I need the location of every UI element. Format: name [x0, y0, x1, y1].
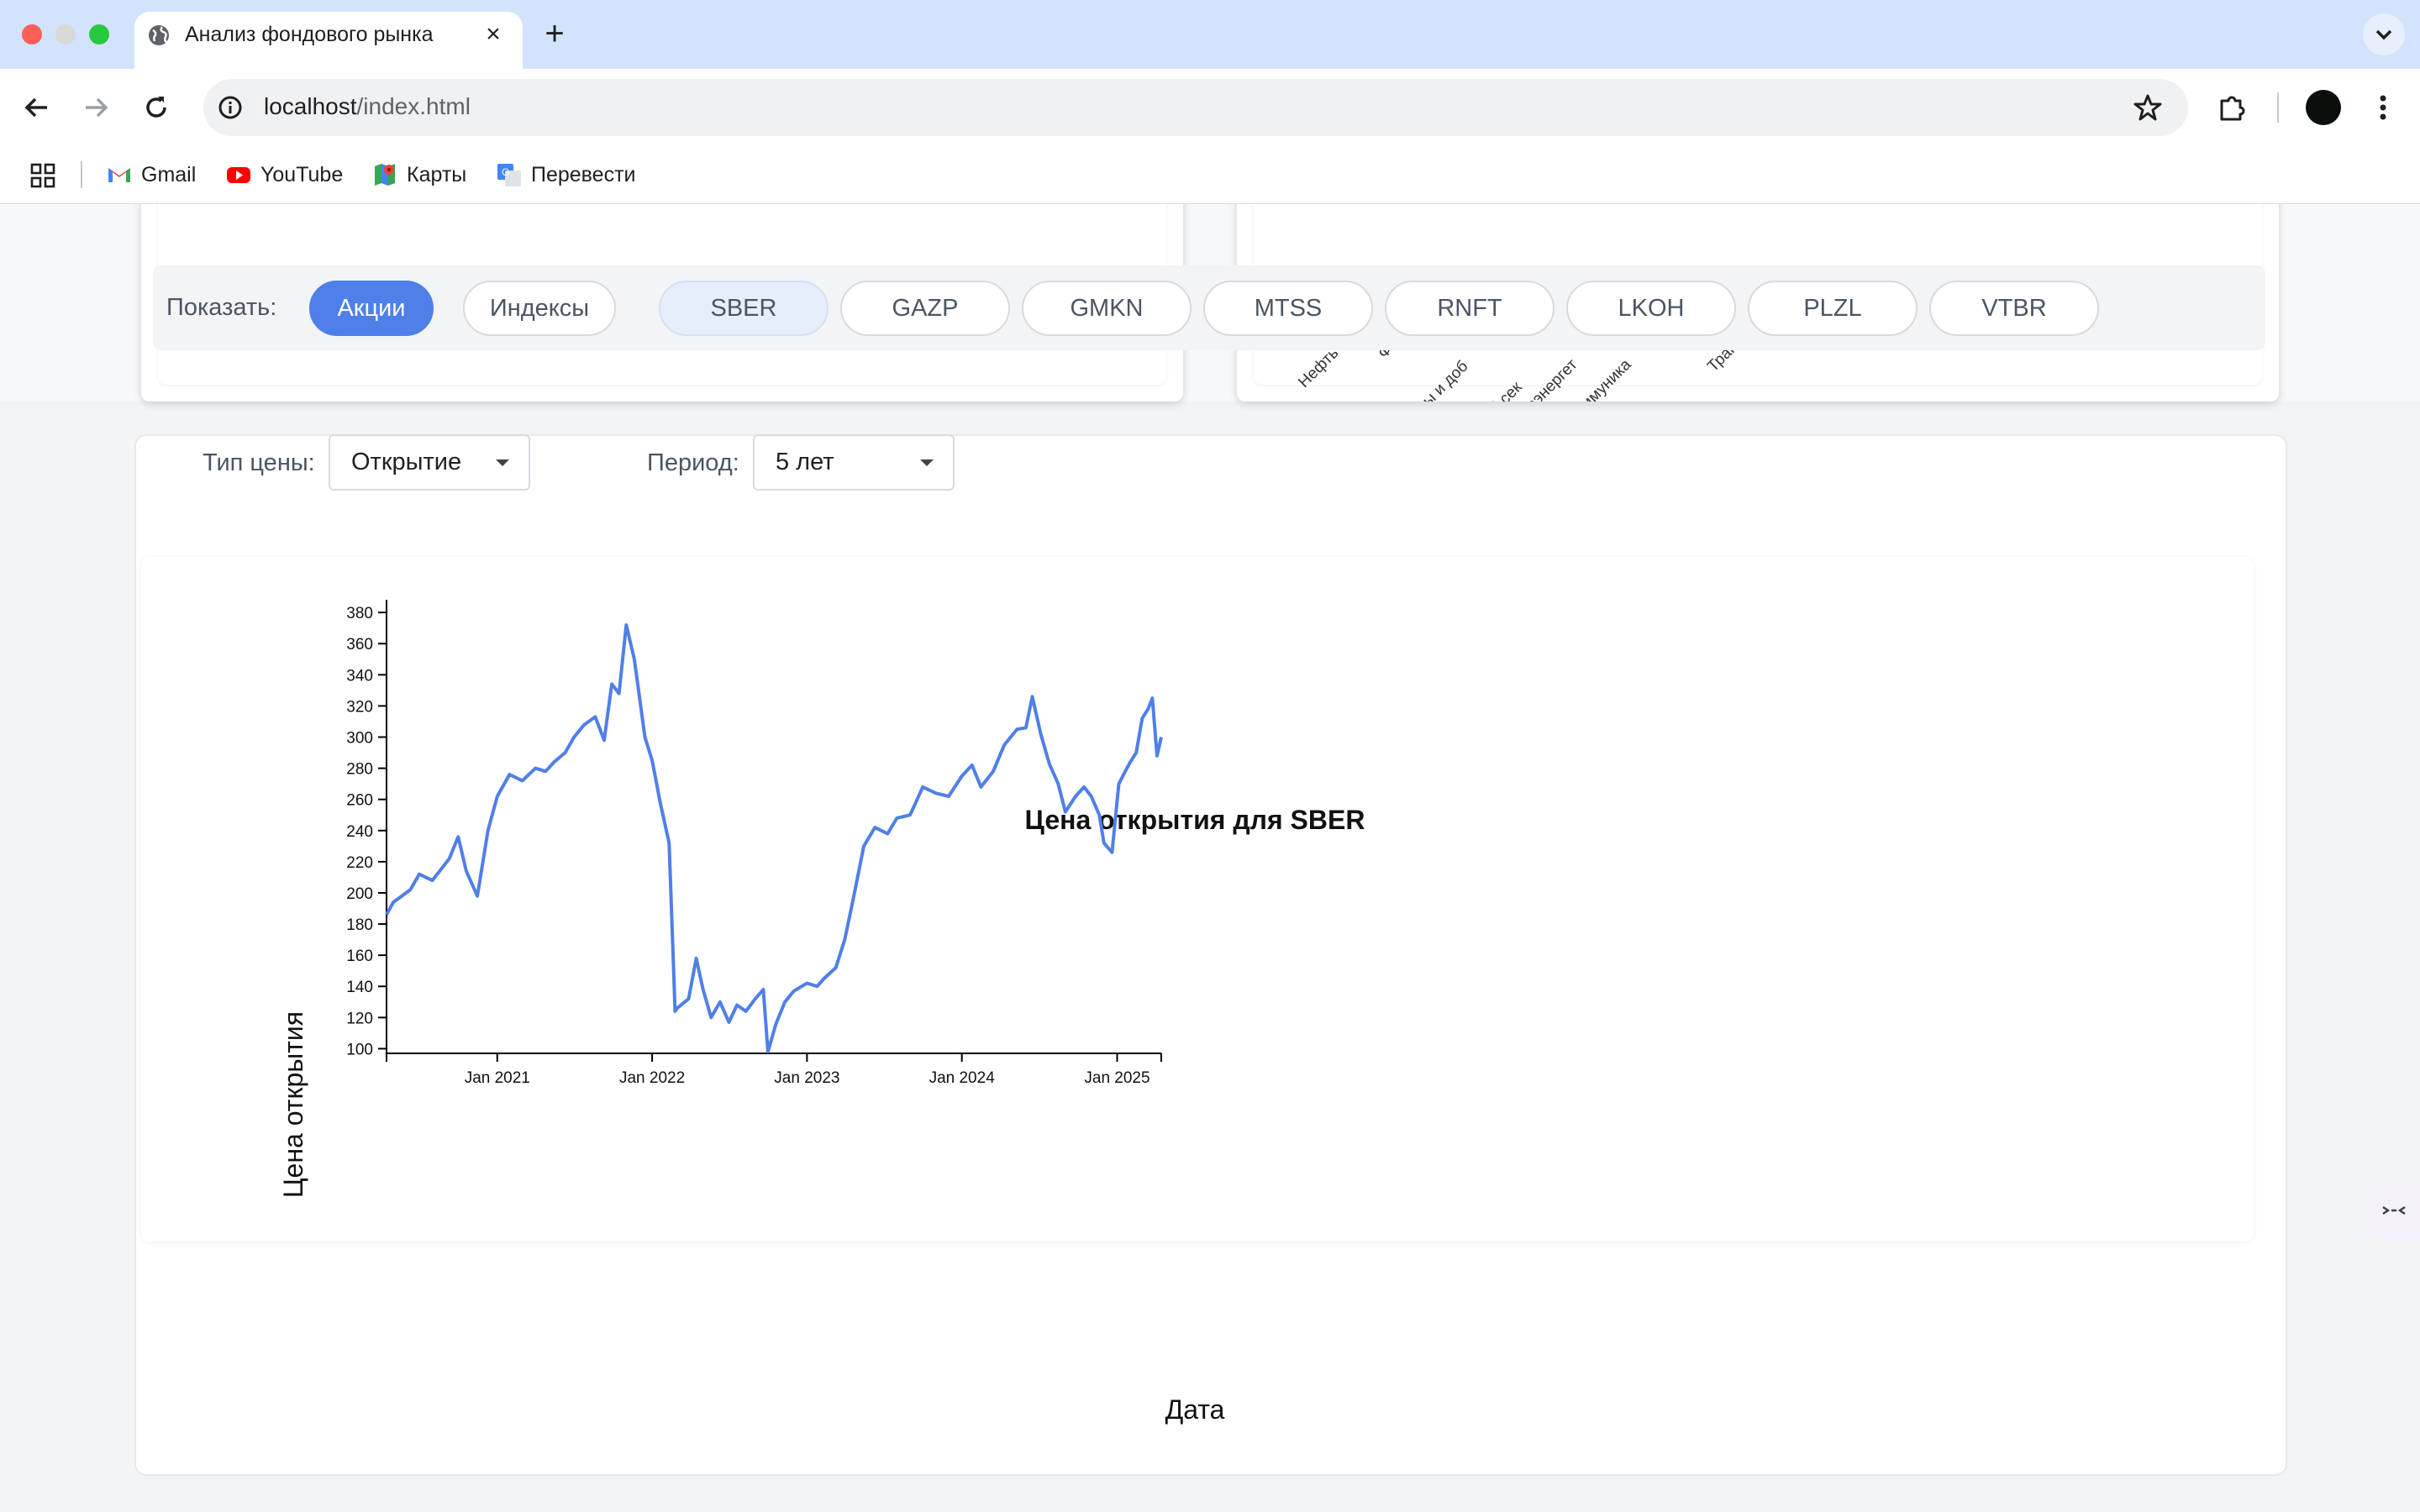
ticker-button-rnft[interactable]: RNFT	[1385, 281, 1555, 336]
price-type-label: Тип цены:	[203, 449, 315, 476]
url-host: localhost	[264, 93, 357, 119]
ticker-button-plzl[interactable]: PLZL	[1748, 281, 1918, 336]
ticker-button-vtbr[interactable]: VTBR	[1929, 281, 2099, 336]
x-tick-label: Jan 2023	[774, 1069, 839, 1087]
extensions-puzzle-icon[interactable]	[2213, 89, 2250, 126]
minimize-window-button[interactable]	[55, 24, 76, 45]
x-tick-label: Jan 2022	[619, 1069, 685, 1087]
ticker-button-mtss[interactable]: MTSS	[1203, 281, 1373, 336]
profile-avatar[interactable]	[2306, 90, 2341, 125]
x-axis-label: Дата	[1165, 1394, 1225, 1425]
y-tick-label: 180	[346, 916, 373, 934]
y-tick-label: 200	[346, 885, 373, 903]
bookmark-gmail[interactable]: Gmail	[106, 160, 196, 190]
price-line-chart: Цена открытия для SBER Дата Цена открыти…	[278, 600, 1365, 1425]
url-text[interactable]: localhost/index.html	[264, 92, 471, 122]
bookmark-translate[interactable]: G Перевести	[496, 160, 636, 190]
toolbar-divider	[2277, 92, 2279, 123]
apps-grid-icon[interactable]	[29, 161, 57, 190]
y-axis-label: Цена открытия	[278, 1011, 308, 1198]
bookmark-star-icon[interactable]	[2129, 89, 2166, 126]
chart-title: Цена открытия для SBER	[1025, 805, 1365, 835]
bookmark-label: Gmail	[141, 162, 197, 186]
ticker-button-gmkn[interactable]: GMKN	[1022, 281, 1192, 336]
y-tick-label: 240	[346, 823, 373, 841]
x-tick-label: Jan 2024	[929, 1069, 996, 1087]
bookmark-label: Перевести	[531, 162, 636, 186]
maximize-window-button[interactable]	[89, 24, 109, 45]
translate-icon: G	[497, 164, 521, 186]
dropdown-caret-icon	[920, 459, 934, 466]
period-label: Период:	[647, 449, 739, 476]
bookmarks-bar	[0, 150, 2420, 204]
type-button-stocks[interactable]: Акции	[309, 281, 434, 336]
y-tick-label: 220	[346, 854, 373, 872]
y-tick-label: 360	[346, 636, 373, 654]
x-tick-label: Jan 2021	[465, 1069, 530, 1087]
price-type-select[interactable]: Открытие	[329, 434, 530, 491]
y-tick-label: 300	[346, 730, 373, 748]
address-bar[interactable]	[203, 79, 2188, 136]
forward-arrow-icon[interactable]	[77, 89, 114, 126]
price-series-line	[385, 623, 1163, 1054]
more-vertical-icon[interactable]	[2368, 89, 2398, 126]
svg-text:G: G	[502, 166, 509, 178]
y-tick-label: 340	[346, 667, 373, 685]
period-select[interactable]: 5 лет	[753, 434, 955, 491]
maps-icon	[375, 164, 395, 186]
bookmarks-divider	[81, 161, 82, 188]
sector-axis-label: Металлы и доб	[1380, 358, 1472, 402]
bookmark-maps[interactable]: Карты	[371, 160, 466, 190]
close-window-button[interactable]	[22, 24, 42, 45]
show-label: Показать:	[166, 294, 277, 321]
y-tick-label: 160	[346, 948, 373, 965]
tab-close-icon[interactable]: ×	[481, 22, 506, 47]
bookmark-label: Карты	[407, 162, 467, 186]
side-panel-toggle-button[interactable]	[2368, 1183, 2420, 1238]
reload-icon[interactable]	[138, 89, 175, 126]
ticker-button-gazp[interactable]: GAZP	[840, 281, 1010, 336]
ticker-button-sber[interactable]: SBER	[659, 281, 829, 336]
dropdown-caret-icon	[496, 459, 509, 466]
y-tick-label: 380	[346, 605, 373, 622]
y-tick-label: 100	[346, 1041, 373, 1058]
x-tick-label: Jan 2025	[1084, 1069, 1150, 1087]
site-info-icon[interactable]	[212, 89, 249, 126]
tab-title: Анализ фондового рынка	[185, 23, 434, 46]
youtube-icon	[227, 167, 250, 183]
ticker-button-lkoh[interactable]: LKOH	[1566, 281, 1736, 336]
price-type-value: Открытие	[351, 449, 462, 475]
chart-axes: 100 120 140 160 180 200 220 240 260 280 300 320 340 3…	[346, 600, 1162, 1087]
tab-search-chevron-icon[interactable]	[2363, 13, 2405, 55]
y-tick-label: 320	[346, 698, 373, 716]
y-tick-label: 260	[346, 792, 373, 810]
back-arrow-icon[interactable]	[18, 89, 55, 126]
chart-series-group	[385, 623, 1163, 1054]
gmail-icon	[108, 168, 130, 182]
y-tick-label: 280	[346, 761, 373, 779]
plus-icon[interactable]: +	[538, 17, 571, 50]
y-tick-label: 140	[346, 979, 373, 996]
y-tick-label: 120	[346, 1010, 373, 1027]
type-button-indexes[interactable]: Индексы	[463, 281, 616, 336]
globe-icon	[149, 25, 169, 45]
period-value: 5 лет	[776, 449, 834, 475]
side-panel-icon	[2382, 1206, 2406, 1215]
bookmark-label: YouTube	[260, 162, 344, 186]
bookmark-youtube[interactable]: YouTube	[225, 160, 343, 190]
url-path: /index.html	[356, 93, 471, 119]
